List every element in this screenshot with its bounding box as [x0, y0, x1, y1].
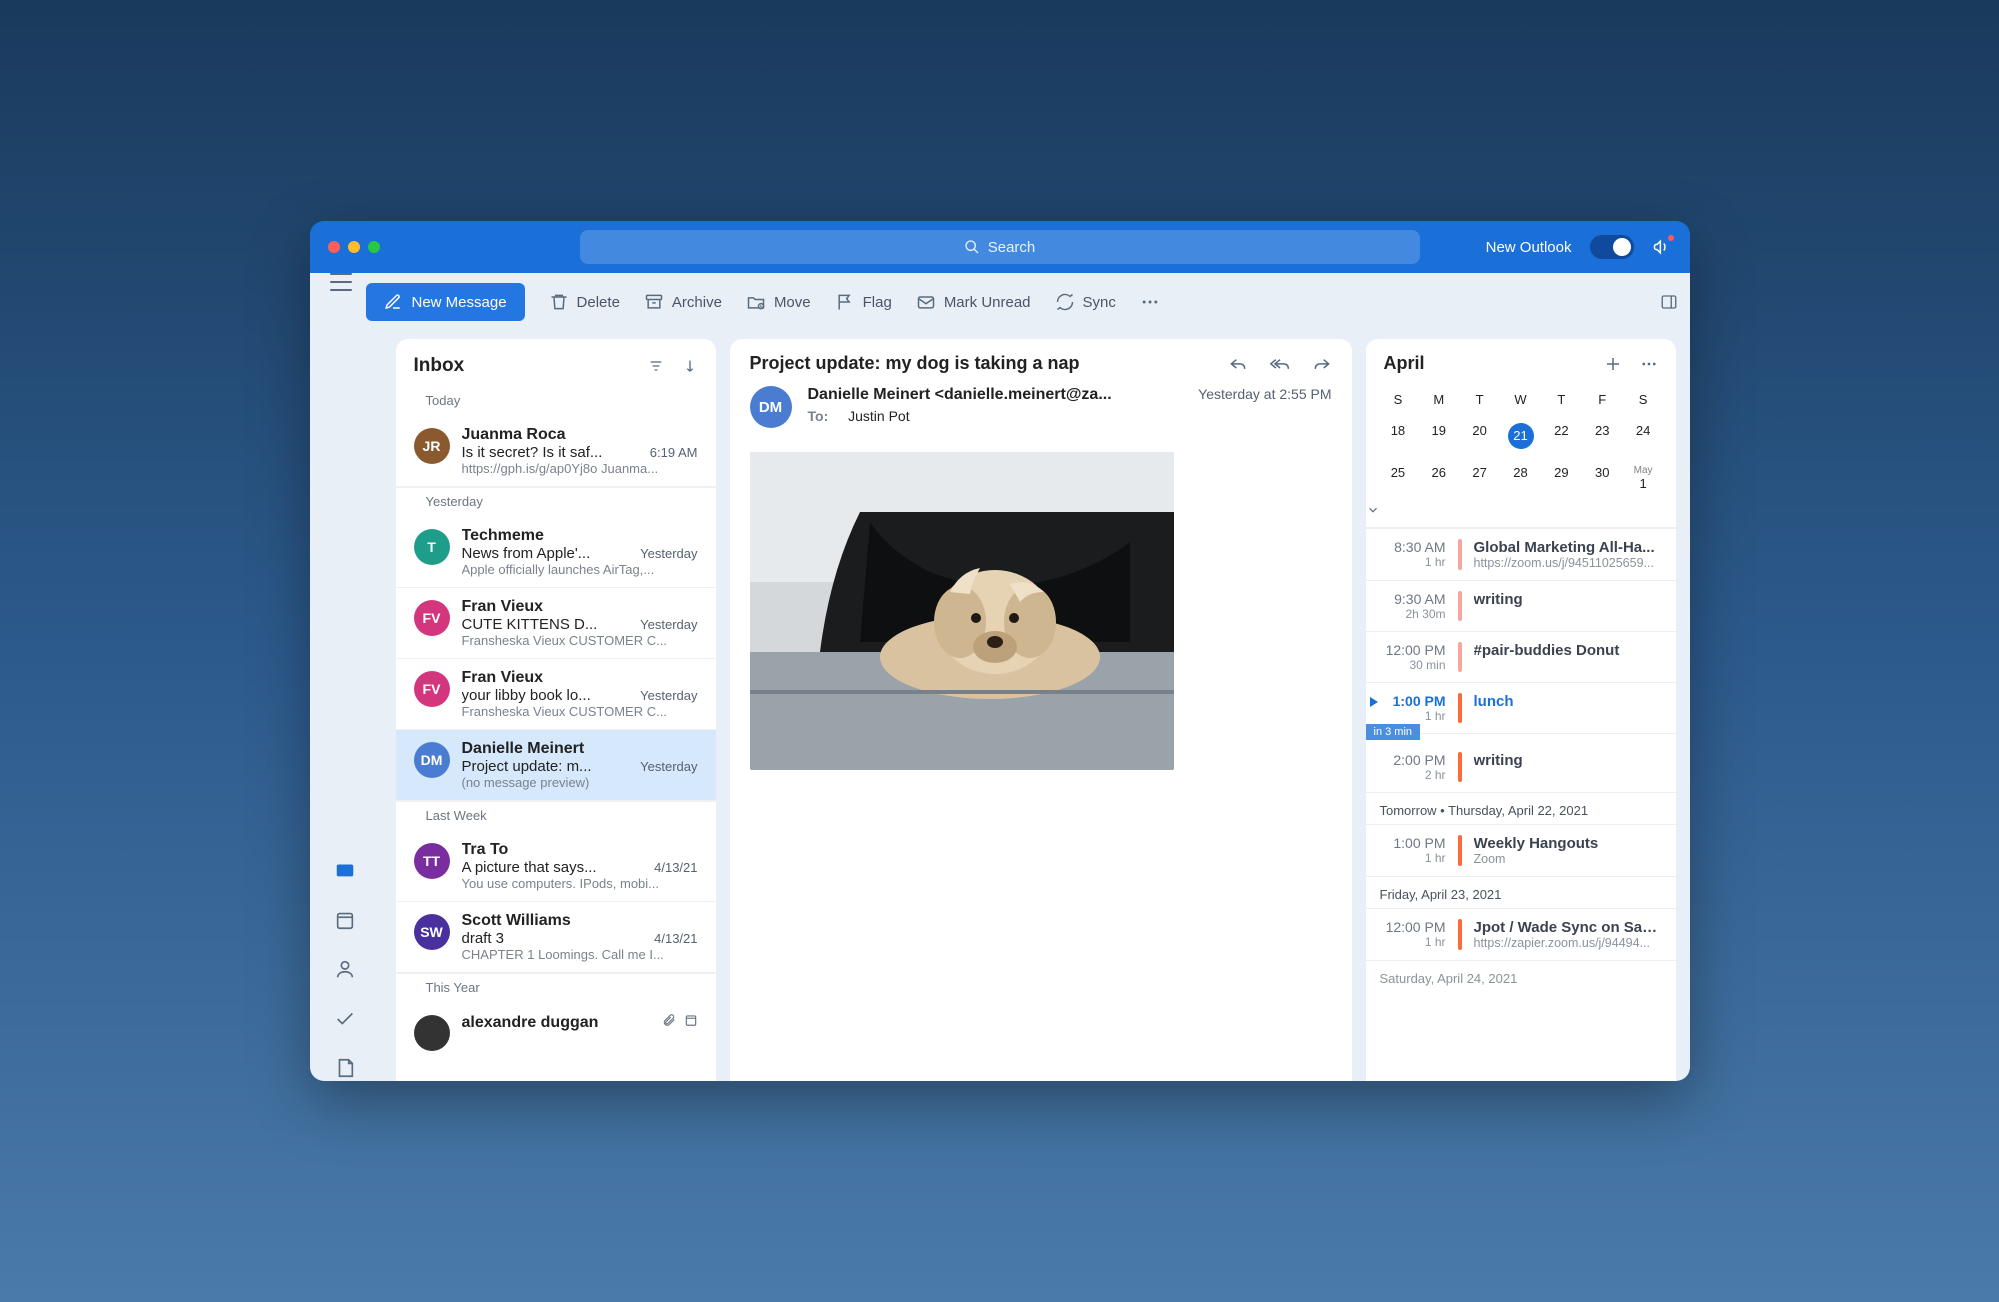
search-placeholder: Search [988, 239, 1036, 256]
new-outlook-label: New Outlook [1486, 239, 1572, 256]
folder-move-icon [746, 292, 766, 312]
calendar-expand-button[interactable] [1366, 499, 1676, 528]
to-value: Justin Pot [848, 408, 909, 424]
add-event-button[interactable] [1604, 355, 1622, 373]
message-item[interactable]: alexandre duggan [396, 1003, 716, 1061]
message-list-pane: Inbox Today JR Juanma Roca Is it secret?… [396, 339, 716, 1081]
zoom-window-button[interactable] [368, 241, 380, 253]
feedback-button[interactable] [1652, 237, 1672, 257]
minimize-window-button[interactable] [348, 241, 360, 253]
move-button[interactable]: Move [746, 292, 811, 312]
avatar [414, 1015, 450, 1051]
sender-avatar: DM [750, 386, 792, 428]
agenda-item[interactable]: 8:30 AM1 hr Global Marketing All-Ha...ht… [1366, 528, 1676, 580]
more-toolbar-button[interactable] [1140, 292, 1160, 312]
folder-title: Inbox [414, 355, 465, 377]
agenda-item[interactable]: in 3 min 2:00 PM2 hr writing [1366, 733, 1676, 792]
agenda-item[interactable]: 9:30 AM2h 30m writing [1366, 580, 1676, 631]
trash-icon [549, 292, 569, 312]
message-item[interactable]: TT Tra To A picture that says...4/13/21 … [396, 831, 716, 902]
calendar-pane: April S M T W T F S [1366, 339, 1676, 1081]
filter-button[interactable] [648, 358, 664, 374]
search-icon [964, 239, 980, 255]
section-last-week: Last Week [396, 801, 716, 831]
window-controls [328, 241, 380, 253]
agenda-date-separator: Friday, April 23, 2021 [1366, 876, 1676, 908]
section-this-year: This Year [396, 973, 716, 1003]
upcoming-banner: in 3 min [1366, 724, 1421, 740]
message-datetime: Yesterday at 2:55 PM [1198, 386, 1331, 428]
main-content: Inbox Today JR Juanma Roca Is it secret?… [310, 331, 1690, 1081]
sync-icon [1055, 292, 1075, 312]
reply-button[interactable] [1228, 353, 1248, 373]
calendar-month: April [1384, 353, 1425, 374]
avatar: TT [414, 843, 450, 879]
flag-icon [835, 292, 855, 312]
avatar: DM [414, 742, 450, 778]
message-image [750, 452, 1174, 770]
current-time-marker-icon [1370, 697, 1378, 707]
reading-pane: Project update: my dog is taking a nap D… [730, 339, 1352, 1081]
agenda-list: 8:30 AM1 hr Global Marketing All-Ha...ht… [1366, 528, 1676, 1081]
tasks-rail-icon[interactable] [334, 1008, 358, 1032]
message-subject: Project update: my dog is taking a nap [750, 353, 1214, 374]
calendar-today[interactable]: 21 [1500, 415, 1541, 457]
new-message-button[interactable]: New Message [366, 283, 525, 321]
panel-icon [1660, 293, 1678, 311]
message-item[interactable]: FV Fran Vieux CUTE KITTENS D...Yesterday… [396, 588, 716, 659]
mail-rail-icon[interactable] [334, 859, 358, 883]
close-window-button[interactable] [328, 241, 340, 253]
calendar-mini-grid[interactable]: S M T W T F S 18 19 20 21 22 23 [1366, 380, 1676, 499]
archive-icon [644, 292, 664, 312]
collapse-panel-button[interactable] [1660, 293, 1678, 311]
archive-button[interactable]: Archive [644, 292, 722, 312]
avatar: T [414, 529, 450, 565]
avatar: JR [414, 428, 450, 464]
message-item[interactable]: JR Juanma Roca Is it secret? Is it saf..… [396, 416, 716, 487]
calendar-more-button[interactable] [1640, 355, 1658, 373]
toolbar: New Message Delete Archive Move Flag [310, 273, 1690, 331]
titlebar: Search New Outlook [310, 221, 1690, 273]
delete-button[interactable]: Delete [549, 292, 620, 312]
attachment-icon [662, 1013, 676, 1027]
search-input[interactable]: Search [580, 230, 1420, 264]
agenda-date-separator: Saturday, April 24, 2021 [1366, 960, 1676, 992]
left-rail [310, 339, 382, 1081]
forward-button[interactable] [1312, 353, 1332, 373]
calendar-rail-icon[interactable] [334, 909, 358, 933]
section-yesterday: Yesterday [396, 487, 716, 517]
to-label: To: [808, 408, 829, 424]
agenda-item[interactable]: 1:00 PM1 hr Weekly HangoutsZoom [1366, 824, 1676, 876]
people-rail-icon[interactable] [334, 958, 358, 982]
reply-all-button[interactable] [1270, 353, 1290, 373]
avatar: SW [414, 914, 450, 950]
avatar: FV [414, 600, 450, 636]
app-window: Search New Outlook New Message De [310, 221, 1690, 1081]
calendar-item-icon [684, 1013, 698, 1027]
compose-icon [384, 293, 402, 311]
message-item-selected[interactable]: DM Danielle Meinert Project update: m...… [396, 730, 716, 801]
mark-unread-button[interactable]: Mark Unread [916, 292, 1031, 312]
flag-button[interactable]: Flag [835, 292, 892, 312]
agenda-date-separator: Tomorrow • Thursday, April 22, 2021 [1366, 792, 1676, 824]
message-item[interactable]: FV Fran Vieux your libby book lo...Yeste… [396, 659, 716, 730]
message-item[interactable]: T Techmeme News from Apple'...Yesterday … [396, 517, 716, 588]
agenda-item[interactable]: 12:00 PM30 min #pair-buddies Donut [1366, 631, 1676, 682]
section-today: Today [396, 387, 716, 416]
avatar: FV [414, 671, 450, 707]
ellipsis-icon [1140, 292, 1160, 312]
sync-button[interactable]: Sync [1055, 292, 1116, 312]
agenda-item[interactable]: 12:00 PM1 hr Jpot / Wade Sync on Sac...h… [1366, 908, 1676, 960]
sender-from: Danielle Meinert <danielle.meinert@za... [808, 386, 1183, 404]
new-outlook-toggle[interactable] [1590, 235, 1634, 259]
mail-unread-icon [916, 292, 936, 312]
notes-rail-icon[interactable] [334, 1057, 358, 1081]
message-item[interactable]: SW Scott Williams draft 34/13/21 CHAPTER… [396, 902, 716, 973]
hamburger-icon[interactable] [330, 273, 352, 291]
sort-button[interactable] [682, 358, 698, 374]
